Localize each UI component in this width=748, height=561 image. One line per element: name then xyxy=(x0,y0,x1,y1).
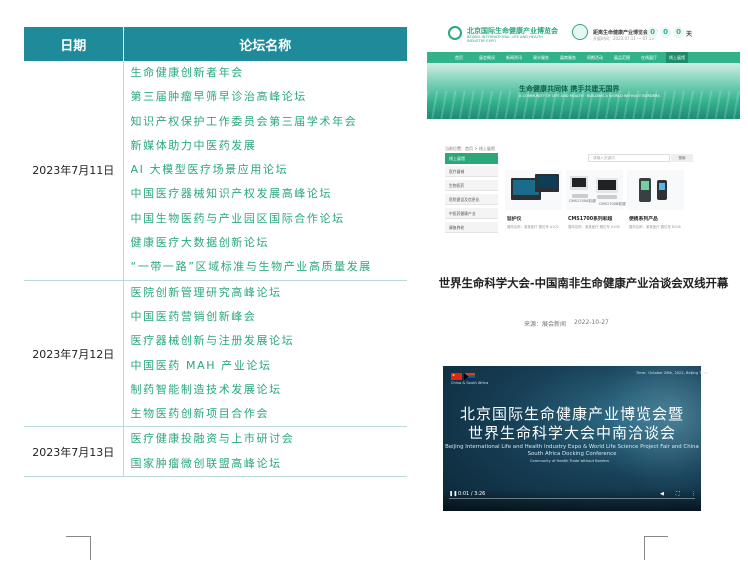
forum-name: 国家肿瘤微创联盟高峰论坛 xyxy=(130,456,282,470)
forum-name: 医疗器械创新与注册发展论坛 xyxy=(130,334,295,348)
forum-name: 新媒体助力中医药发展 xyxy=(130,138,257,152)
play-icon[interactable]: ❚❚ xyxy=(449,491,457,497)
sidebar-item[interactable]: 医疗器械 xyxy=(445,166,498,177)
crop-mark-left-horizontal xyxy=(66,536,90,537)
product-desc: 展商名称：某某医疗·展位号 A102 xyxy=(507,225,559,229)
product-desc: 展商名称：某某医疗·展位号 B206 xyxy=(629,225,681,229)
video-time-label: Time：October 26th, 2022, Beijing Time xyxy=(636,371,709,375)
breadcrumb[interactable]: 当前位置：首页 > 线上展馆 xyxy=(445,146,495,152)
forum-name: 第三届肿瘤早筛早诊治高峰论坛 xyxy=(130,90,307,104)
crop-mark-left-vertical xyxy=(90,536,91,560)
forum-name: 中国医药 MAH 产业论坛 xyxy=(130,358,272,372)
fullscreen-icon[interactable]: ⛶ xyxy=(676,491,680,497)
product-name[interactable]: 便携系列产品 xyxy=(629,215,658,222)
forum-name: AI 大模型医疗场景应用论坛 xyxy=(130,163,289,177)
nav-item[interactable]: 展会概况 xyxy=(479,55,495,61)
table-row: 2023年7月11日 生命健康创新者年会第三届肿瘤早筛早诊治高峰论坛知识产权保护工… xyxy=(24,61,407,281)
sidebar-item[interactable]: 医院建设及信息化 xyxy=(445,194,498,205)
sidebar-item-online-hall[interactable]: 线上展馆 xyxy=(445,153,498,164)
forum-name: 中国生物医药与产业园区国际合作论坛 xyxy=(130,211,345,225)
forum-name: 生命健康创新者年会 xyxy=(130,66,244,79)
video-title-line1: 北京国际生命健康产业博览会暨 xyxy=(459,405,684,423)
south-africa-flag-icon xyxy=(464,373,475,380)
product-desc: 展商名称：某某医疗·展位号 A108 xyxy=(568,225,620,229)
expo-logo-icon xyxy=(448,26,462,40)
search-input[interactable]: 请输入关键词 xyxy=(588,154,670,162)
table-header-row: 日期 论坛名称 xyxy=(24,27,407,61)
video-time: 0:01 / 3:26 xyxy=(458,491,486,497)
product-name[interactable]: CMS1700系列彩超 xyxy=(568,215,612,222)
china-flag-icon xyxy=(451,373,462,380)
forum-list: 医疗健康投融资与上市研讨会 国家肿瘤微创联盟高峰论坛 xyxy=(123,426,407,478)
more-options-icon[interactable]: ⋮ xyxy=(691,491,696,497)
article-source: 来源：展会新闻 xyxy=(524,321,567,328)
hero-subtitle: A COMMUNITY OF LIFE AND HEALTH · BUILDIN… xyxy=(519,94,660,98)
countdown-unit: 天 xyxy=(686,31,693,38)
forum-name: 生物医药创新项目合作会 xyxy=(130,407,270,421)
forum-name: 知识产权保护工作委员会第三届学术年会 xyxy=(130,114,358,128)
nav-item[interactable]: 展商服务 xyxy=(560,55,576,61)
nav-item[interactable]: 观众服务 xyxy=(533,55,549,61)
article-title: 世界生命科学大会-中国南非生命健康产业洽谈会双线开幕 xyxy=(438,276,729,290)
site-logo-subtitle: BEIJING INTERNATIONAL LIFE AND HEALTH IN… xyxy=(467,35,543,44)
countdown-badge-icon xyxy=(572,24,588,40)
sidebar-item[interactable]: 康复养老 xyxy=(445,222,498,233)
schedule-date: 2023年7月12日 xyxy=(24,280,124,428)
nav-item[interactable]: 展品范围 xyxy=(614,55,630,61)
site-nav-bar xyxy=(427,52,740,63)
product-image-portable[interactable] xyxy=(627,170,684,210)
article-date: 2022-10-27 xyxy=(574,319,609,326)
countdown-digit: 0 xyxy=(660,27,671,38)
forum-name: 健康医疗大数据创新论坛 xyxy=(130,236,270,250)
forum-list: 生命健康创新者年会第三届肿瘤早筛早诊治高峰论坛知识产权保护工作委员会第三届学术年… xyxy=(123,61,407,281)
volume-icon[interactable]: ◀ xyxy=(660,491,664,497)
schedule-date: 2023年7月13日 xyxy=(24,426,124,478)
video-progress-bar[interactable] xyxy=(449,498,695,499)
countdown-digit: 0 xyxy=(673,27,684,38)
countdown-date: 开展时间：2023.07.11 — 07.13 xyxy=(593,36,654,41)
nav-item[interactable]: 新闻资讯 xyxy=(506,55,522,61)
nav-item[interactable]: 同期活动 xyxy=(587,55,603,61)
schedule-body: 2023年7月11日 生命健康创新者年会第三届肿瘤早筛早诊治高峰论坛知识产权保护工… xyxy=(24,61,407,478)
crop-mark-right-horizontal xyxy=(644,536,668,537)
video-corner-label: China & South Africa xyxy=(451,381,489,385)
nav-item[interactable]: 线上展馆 xyxy=(669,55,685,61)
forum-list: 医院创新管理研究高峰论坛 中国医药营销创新峰会医疗器械创新与注册发展论坛 中国医药 … xyxy=(123,280,407,428)
forum-name: 中国医药营销创新峰会 xyxy=(130,309,257,323)
forum-name: 制药智能制造技术发展论坛 xyxy=(130,382,282,396)
sidebar-item[interactable]: 中医药健康产业 xyxy=(445,208,498,219)
product-image-label: CMS1700A彩超 xyxy=(569,199,596,203)
sidebar-item[interactable]: 生物医药 xyxy=(445,180,498,191)
video-subtitle-en: Beijing International Life and Health In… xyxy=(445,444,699,457)
video-title-line2: 世界生命科学大会中南洽谈会 xyxy=(467,424,676,442)
product-image-label: CMS1700B彩超 xyxy=(599,202,626,206)
video-slogan: Community of Health Trade without Border… xyxy=(530,459,610,463)
forum-name: “一带一路”区域标准与生物产业高质量发展 xyxy=(130,260,372,274)
nav-item[interactable]: 在线展厅 xyxy=(641,55,657,61)
forum-name: 中国医疗器械知识产权发展高峰论坛 xyxy=(130,187,333,201)
forum-schedule-table: 日期 论坛名称 2023年7月11日 生命健康创新者年会第三届肿瘤早筛早诊治高峰论… xyxy=(24,27,407,478)
crop-mark-right-vertical xyxy=(644,536,645,560)
countdown-digit: 0 xyxy=(647,27,658,38)
forum-column-header: 论坛名称 xyxy=(123,27,407,61)
table-row: 2023年7月12日 医院创新管理研究高峰论坛 中国医药营销创新峰会医疗器械创新与注… xyxy=(24,280,407,428)
product-name[interactable]: 监护仪 xyxy=(507,215,521,222)
forum-name: 医院创新管理研究高峰论坛 xyxy=(130,285,282,299)
hero-title: 生命健康共同体 携手共建无国界 xyxy=(519,85,620,93)
table-row: 2023年7月13日 医疗健康投融资与上市研讨会 国家肿瘤微创联盟高峰论坛 xyxy=(24,426,407,478)
nav-item[interactable]: 首页 xyxy=(455,55,463,61)
forum-name: 医疗健康投融资与上市研讨会 xyxy=(130,432,295,446)
date-column-header: 日期 xyxy=(24,27,124,61)
schedule-date: 2023年7月11日 xyxy=(24,61,124,281)
product-image-monitor[interactable] xyxy=(505,170,562,210)
search-button[interactable]: 搜索 xyxy=(671,154,693,162)
